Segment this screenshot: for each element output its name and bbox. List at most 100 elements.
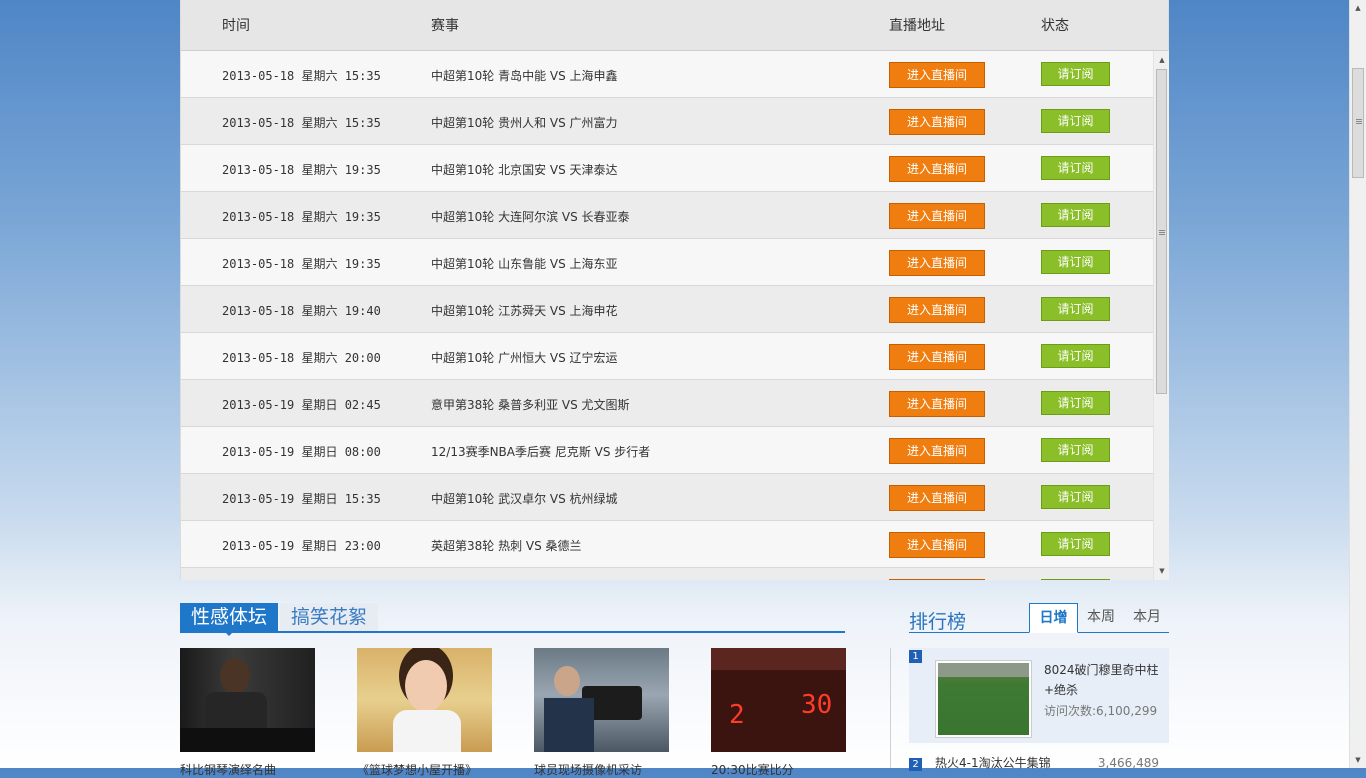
match-datetime: 2013-05-18 星期六 15:35 (222, 116, 381, 130)
scroll-up-arrow-icon[interactable]: ▲ (1154, 53, 1170, 67)
tab-sexy-sports[interactable]: 性感体坛 (180, 603, 278, 631)
table-row: 2013-05-19 星期日 08:00 12/13赛季NBA季后赛 尼克斯 VS… (181, 427, 1153, 474)
enter-live-room-button[interactable]: 进入直播间 (889, 109, 985, 135)
enter-live-room-button[interactable]: 进入直播间 (889, 297, 985, 323)
enter-live-room-button[interactable]: 进入直播间 (889, 62, 985, 88)
rank-number: 1 (909, 650, 922, 663)
match-title: 中超第10轮 江苏舜天 VS 上海申花 (431, 304, 618, 318)
scroll-thumb[interactable] (1156, 69, 1167, 394)
gallery-image-scoreboard[interactable]: 2 30 (711, 648, 846, 752)
tab-funny-clips[interactable]: 搞笑花絮 (280, 603, 378, 631)
table-row: 2013-05-18 星期六 19:35 中超第10轮 北京国安 VS 天津泰达 进… (181, 145, 1153, 192)
match-datetime: 2013-05-18 星期六 19:35 (222, 163, 381, 177)
page-scroll-thumb[interactable] (1352, 68, 1364, 178)
page-scrollbar[interactable]: ▲ ▼ (1349, 0, 1366, 768)
gallery-item[interactable]: 《篮球梦想小屋开播》 (357, 648, 492, 778)
schedule-rows: 2013-05-18 星期六 15:35 中超第10轮 青岛中能 VS 上海申鑫进… (181, 51, 1153, 580)
match-datetime: 2013-05-19 星期日 02:45 (222, 398, 381, 412)
rank-title: 排行榜 (909, 611, 967, 633)
match-title: 中超第10轮 北京国安 VS 天津泰达 (431, 163, 618, 177)
match-title: 中超第10轮 贵州人和 VS 广州富力 (431, 116, 618, 130)
subscribe-button[interactable]: 请订阅 (1041, 532, 1110, 556)
match-title: 英超第38轮 热刺 VS 桑德兰 (431, 539, 582, 553)
rank-number: 2 (909, 758, 922, 771)
match-title: 中超第10轮 武汉卓尔 VS 杭州绿城 (431, 492, 618, 506)
table-row: 2013-05-18 星期六 20:00 中超第10轮 广州恒大 VS 辽宁宏运 进… (181, 333, 1153, 380)
table-row: 2013-05-19 星期日 15:35 中超第10轮 武汉卓尔 VS 杭州绿城 进… (181, 474, 1153, 521)
table-row-partial (181, 568, 1153, 580)
enter-live-room-button[interactable]: 进入直播间 (889, 156, 985, 182)
match-datetime: 2013-05-19 星期日 15:35 (222, 492, 381, 506)
match-datetime: 2013-05-18 星期六 19:40 (222, 304, 381, 318)
gallery-item[interactable]: 球员现场摄像机采访 (534, 648, 669, 778)
match-title: 中超第10轮 大连阿尔滨 VS 长春亚泰 (431, 210, 630, 224)
subscribe-button[interactable] (1041, 579, 1110, 580)
rank-divider (890, 648, 891, 768)
table-row: 2013-05-18 星期六 19:35 中超第10轮 大连阿尔滨 VS 长春亚泰… (181, 192, 1153, 239)
subscribe-button[interactable]: 请订阅 (1041, 109, 1110, 133)
gallery-caption[interactable]: 球员现场摄像机采访 (534, 761, 669, 778)
header-live: 直播地址 (889, 18, 945, 34)
subscribe-button[interactable]: 请订阅 (1041, 62, 1110, 86)
gallery-image-host[interactable] (357, 648, 492, 752)
rank-tab-daily[interactable]: 日增 (1029, 603, 1078, 633)
subscribe-button[interactable]: 请订阅 (1041, 203, 1110, 227)
subscribe-button[interactable]: 请订阅 (1041, 297, 1110, 321)
table-scrollbar[interactable]: ▲ ▼ (1153, 51, 1169, 580)
subscribe-button[interactable]: 请订阅 (1041, 156, 1110, 180)
table-row: 2013-05-19 星期日 02:45 意甲第38轮 桑普多利亚 VS 尤文图斯… (181, 380, 1153, 427)
match-title: 中超第10轮 青岛中能 VS 上海申鑫 (431, 69, 618, 83)
enter-live-room-button[interactable]: 进入直播间 (889, 485, 985, 511)
table-row: 2013-05-18 星期六 19:40 中超第10轮 江苏舜天 VS 上海申花 进… (181, 286, 1153, 333)
match-title: 12/13赛季NBA季后赛 尼克斯 VS 步行者 (431, 445, 651, 459)
table-row: 2013-05-18 星期六 15:35 中超第10轮 贵州人和 VS 广州富力 进… (181, 98, 1153, 145)
enter-live-room-button[interactable]: 进入直播间 (889, 344, 985, 370)
subscribe-button[interactable]: 请订阅 (1041, 391, 1110, 415)
match-datetime: 2013-05-18 星期六 19:35 (222, 257, 381, 271)
enter-live-room-button[interactable]: 进入直播间 (889, 532, 985, 558)
live-schedule-table: 时间 赛事 直播地址 状态 2013-05-18 星期六 15:35 中超第10轮… (180, 0, 1169, 580)
gallery-caption[interactable]: 科比钢琴演绎名曲 (180, 761, 315, 778)
subscribe-button[interactable]: 请订阅 (1041, 438, 1110, 462)
header-time: 时间 (222, 18, 250, 34)
enter-live-room-button[interactable]: 进入直播间 (889, 203, 985, 229)
enter-live-room-button[interactable]: 进入直播间 (889, 438, 985, 464)
enter-live-room-button[interactable] (889, 579, 985, 580)
rank-item-title[interactable]: 热火4-1淘汰公牛集锦 (935, 754, 1051, 771)
table-header: 时间 赛事 直播地址 状态 (181, 0, 1168, 51)
page-scroll-down-arrow-icon[interactable]: ▼ (1350, 752, 1366, 768)
gallery-item[interactable]: 2 30 20:30比赛比分 (711, 648, 846, 778)
enter-live-room-button[interactable]: 进入直播间 (889, 250, 985, 276)
header-match: 赛事 (431, 18, 459, 34)
table-row: 2013-05-18 星期六 15:35 中超第10轮 青岛中能 VS 上海申鑫 进… (181, 51, 1153, 98)
match-datetime: 2013-05-19 星期日 23:00 (222, 539, 381, 553)
subscribe-button[interactable]: 请订阅 (1041, 344, 1110, 368)
active-tab-caret-icon (224, 631, 234, 636)
header-status: 状态 (1041, 18, 1069, 34)
subscribe-button[interactable]: 请订阅 (1041, 485, 1110, 509)
gallery-caption[interactable]: 20:30比赛比分 (711, 761, 846, 778)
table-row: 2013-05-19 星期日 23:00 英超第38轮 热刺 VS 桑德兰 进入直播… (181, 521, 1153, 568)
page-scroll-up-arrow-icon[interactable]: ▲ (1350, 0, 1366, 16)
rank-tab-weekly[interactable]: 本周 (1079, 603, 1123, 633)
rank-item-title[interactable]: 8024破门穆里奇中柱+绝杀 (1044, 660, 1164, 700)
match-datetime: 2013-05-18 星期六 15:35 (222, 69, 381, 83)
gallery-image-camera[interactable] (534, 648, 669, 752)
enter-live-room-button[interactable]: 进入直播间 (889, 391, 985, 417)
match-datetime: 2013-05-18 星期六 20:00 (222, 351, 381, 365)
match-title: 中超第10轮 广州恒大 VS 辽宁宏运 (431, 351, 618, 365)
match-title: 中超第10轮 山东鲁能 VS 上海东亚 (431, 257, 618, 271)
scroll-down-arrow-icon[interactable]: ▼ (1154, 564, 1170, 578)
gallery-image-piano[interactable] (180, 648, 315, 752)
rank-item[interactable]: 1 8024破门穆里奇中柱+绝杀 访问次数:6,100,299 (909, 648, 1169, 743)
match-title: 意甲第38轮 桑普多利亚 VS 尤文图斯 (431, 398, 630, 412)
rank-thumbnail[interactable] (935, 660, 1032, 738)
rank-item[interactable]: 2 热火4-1淘汰公牛集锦 3,466,489 (909, 752, 1169, 771)
rank-tab-monthly[interactable]: 本月 (1125, 603, 1169, 633)
match-datetime: 2013-05-19 星期日 08:00 (222, 445, 381, 459)
gallery-item[interactable]: 科比钢琴演绎名曲 (180, 648, 315, 778)
gallery-caption[interactable]: 《篮球梦想小屋开播》 (357, 761, 492, 778)
subscribe-button[interactable]: 请订阅 (1041, 250, 1110, 274)
rank-item-views: 访问次数:6,100,299 (1044, 704, 1158, 718)
match-datetime: 2013-05-18 星期六 19:35 (222, 210, 381, 224)
